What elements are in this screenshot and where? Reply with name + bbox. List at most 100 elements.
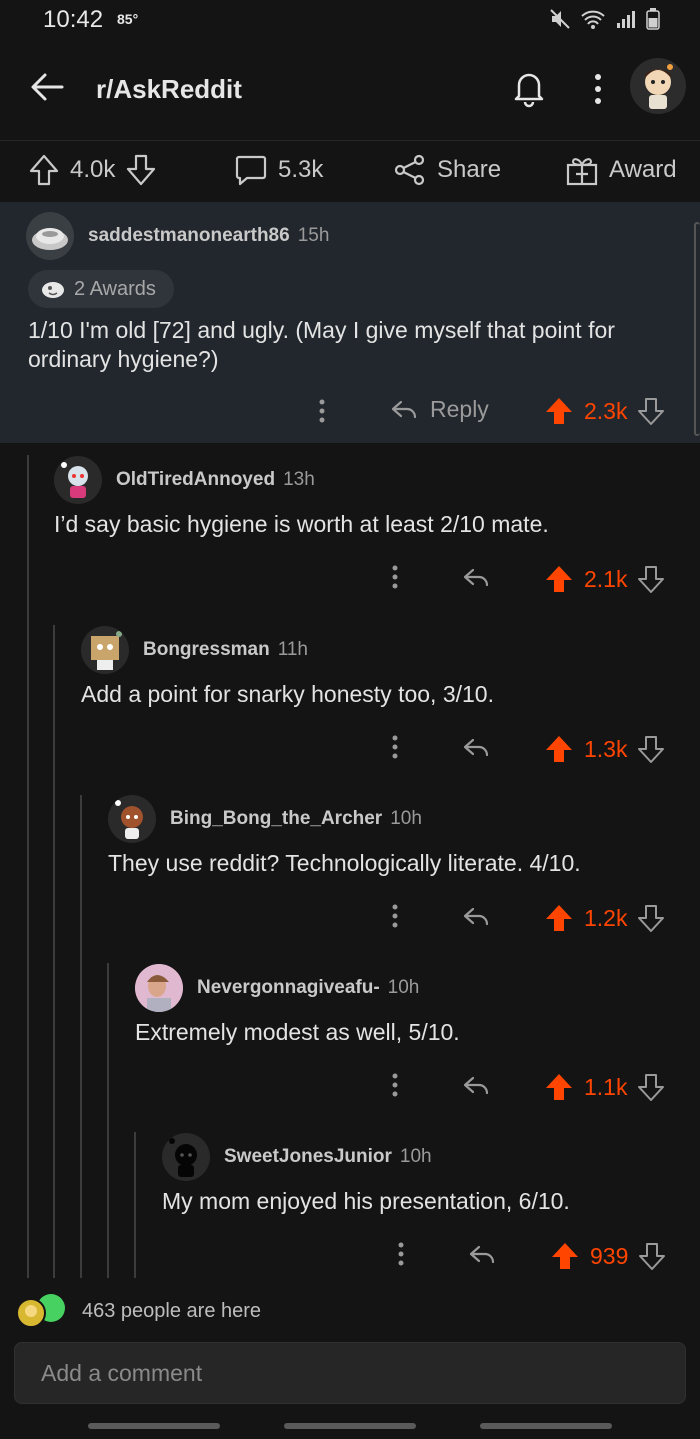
comment-more-icon[interactable] — [393, 1241, 409, 1267]
reply-arrow-icon[interactable] — [462, 566, 490, 590]
comment-text: My mom enjoyed his presentation, 6/10. — [162, 1188, 570, 1214]
scrollbar[interactable] — [694, 222, 700, 436]
award-button[interactable]: Award — [565, 153, 677, 187]
comment-username[interactable]: OldTiredAnnoyed — [116, 469, 275, 491]
nav-back-button[interactable] — [480, 1423, 612, 1429]
gift-award-icon — [566, 158, 598, 186]
snoo-avatar-icon — [91, 631, 122, 670]
downvote-arrow-icon[interactable] — [637, 734, 665, 764]
comment-header: SweetJonesJunior 10h — [162, 1133, 693, 1181]
reply-comment: Bongressman 11h Add a point for snarky h… — [81, 626, 693, 763]
comment-more-icon[interactable] — [387, 564, 403, 590]
reply-arrow-icon[interactable] — [468, 1243, 496, 1267]
status-temperature: 85° — [117, 11, 139, 27]
reply-label: Reply — [430, 396, 489, 422]
thread-line[interactable] — [80, 795, 82, 1278]
reply-comment: SweetJonesJunior 10h My mom enjoyed his … — [162, 1133, 693, 1270]
comment-vote-group: 1.2k — [544, 903, 665, 933]
comment-text: They use reddit? Technologically literat… — [108, 850, 581, 876]
upvote-arrow-icon[interactable] — [544, 734, 574, 764]
snoo-avatar-icon — [645, 64, 673, 109]
thread-line[interactable] — [53, 625, 55, 1278]
comment-username[interactable]: Nevergonnagiveafu- — [197, 977, 380, 999]
status-icons — [550, 8, 660, 30]
profile-photo-icon — [135, 964, 183, 1012]
comment-more-icon[interactable] — [387, 734, 403, 760]
commenter-avatar[interactable] — [108, 795, 156, 843]
post-action-bar: 4.0k 5.3k Share Award — [0, 140, 700, 202]
mute-icon — [550, 9, 570, 29]
reply-arrow-icon[interactable] — [462, 905, 490, 929]
snoo-avatar-icon — [115, 800, 143, 839]
user-avatar[interactable] — [630, 58, 686, 114]
comment-text: I’d say basic hygiene is worth at least … — [54, 511, 549, 537]
award-icon — [42, 282, 64, 298]
upvote-arrow-icon[interactable] — [544, 903, 574, 933]
downvote-arrow-icon[interactable] — [637, 1072, 665, 1102]
nav-recents-button[interactable] — [88, 1423, 220, 1429]
upvote-arrow-icon[interactable] — [550, 1241, 580, 1271]
comment-more-icon[interactable] — [387, 1072, 403, 1098]
downvote-arrow-icon[interactable] — [638, 1241, 666, 1271]
comment-score: 2.3k — [584, 397, 628, 424]
back-arrow-icon[interactable] — [28, 68, 66, 106]
comment-username[interactable]: Bongressman — [143, 639, 270, 661]
wifi-icon — [581, 10, 605, 29]
comment-header: Nevergonnagiveafu- 10h — [135, 964, 693, 1012]
commenter-avatar[interactable] — [135, 964, 183, 1012]
commenter-avatar[interactable] — [54, 456, 102, 504]
commenter-avatar[interactable] — [81, 626, 129, 674]
presence-indicator: 463 people are here — [14, 1293, 261, 1329]
comment-text: Add a point for snarky honesty too, 3/10… — [81, 681, 494, 707]
upvote-arrow-icon[interactable] — [544, 396, 574, 426]
signal-icon — [617, 11, 635, 28]
notification-bell-icon[interactable] — [510, 68, 548, 108]
post-vote-group: 4.0k — [28, 153, 157, 187]
downvote-arrow-icon[interactable] — [637, 903, 665, 933]
comment-vote-group: 1.3k — [544, 734, 665, 764]
reply-arrow-icon[interactable] — [462, 1074, 490, 1098]
share-icon — [394, 154, 425, 186]
comment-score: 1.2k — [584, 904, 628, 931]
awards-count: 2 Awards — [74, 277, 156, 300]
comment-header: OldTiredAnnoyed 13h — [54, 456, 694, 504]
reply-button[interactable]: Reply — [390, 396, 489, 423]
comment-more-icon[interactable] — [314, 398, 330, 424]
app-header: r/AskReddit — [0, 44, 700, 136]
thread-line[interactable] — [107, 963, 109, 1278]
upvote-arrow-icon[interactable] — [28, 153, 60, 187]
reply-arrow-icon — [391, 400, 417, 418]
downvote-arrow-icon[interactable] — [637, 564, 665, 594]
commenter-avatar[interactable] — [26, 212, 74, 260]
share-label: Share — [437, 156, 502, 183]
comment-text: 1/10 I'm old [72] and ugly. (May I give … — [28, 317, 615, 372]
reply-comment: OldTiredAnnoyed 13h I’d say basic hygien… — [54, 456, 694, 593]
subreddit-title[interactable]: r/AskReddit — [96, 74, 242, 105]
comment-input-box[interactable] — [14, 1342, 686, 1404]
downvote-arrow-icon[interactable] — [637, 396, 665, 426]
comment-username[interactable]: saddestmanonearth86 — [88, 225, 290, 247]
comment-count: 5.3k — [278, 156, 324, 183]
more-options-icon[interactable] — [588, 72, 608, 106]
share-button[interactable]: Share — [393, 153, 501, 187]
comment-username[interactable]: Bing_Bong_the_Archer — [170, 808, 382, 830]
thread-line[interactable] — [134, 1132, 136, 1278]
comment-header: Bing_Bong_the_Archer 10h — [108, 795, 693, 843]
comment-header: Bongressman 11h — [81, 626, 693, 674]
comment-more-icon[interactable] — [387, 903, 403, 929]
comments-button[interactable]: 5.3k — [234, 153, 323, 187]
nav-home-button[interactable] — [284, 1423, 416, 1429]
upvote-arrow-icon[interactable] — [544, 564, 574, 594]
comment-score: 939 — [590, 1242, 629, 1269]
reply-comment: Nevergonnagiveafu- 10h Extremely modest … — [135, 964, 693, 1101]
comment-age: 15h — [297, 225, 330, 246]
downvote-arrow-icon[interactable] — [125, 153, 157, 187]
reply-arrow-icon[interactable] — [462, 736, 490, 760]
upvote-arrow-icon[interactable] — [544, 1072, 574, 1102]
commenter-avatar[interactable] — [162, 1133, 210, 1181]
comment-username[interactable]: SweetJonesJunior — [224, 1146, 392, 1168]
awards-badge[interactable]: 2 Awards — [28, 270, 174, 308]
comment-input[interactable] — [15, 1343, 685, 1403]
reply-comment: Bing_Bong_the_Archer 10h They use reddit… — [108, 795, 693, 932]
thread-line[interactable] — [27, 455, 29, 1278]
